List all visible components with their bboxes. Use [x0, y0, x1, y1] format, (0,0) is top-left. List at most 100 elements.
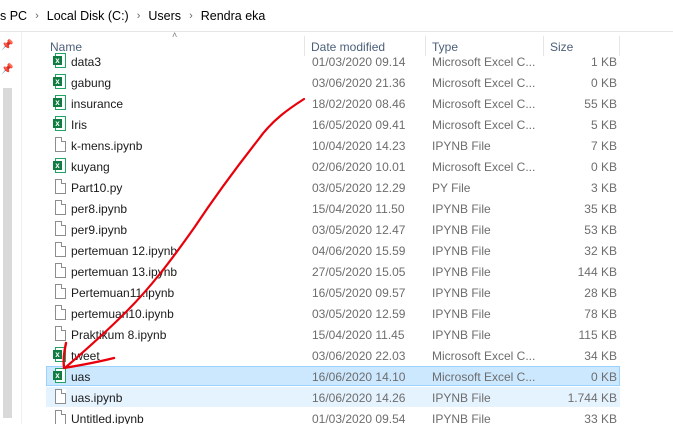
file-row[interactable]: x tweet 03/06/2020 22.03 Microsoft Excel C.… [46, 345, 620, 365]
file-size: 55 KB [584, 97, 617, 111]
file-type: IPYNB File [432, 265, 491, 279]
file-type: IPYNB File [432, 307, 491, 321]
navigation-scrollbar[interactable] [3, 88, 12, 418]
file-size: 34 KB [584, 349, 617, 363]
file-icon [53, 284, 67, 300]
file-date-modified: 03/05/2020 12.47 [312, 223, 406, 237]
file-size: 7 KB [590, 139, 617, 153]
file-icon [53, 137, 67, 153]
file-size: 78 KB [584, 307, 617, 321]
breadcrumb-label: Rendra eka [200, 8, 266, 23]
file-type: IPYNB File [432, 412, 491, 424]
breadcrumb: s PC › Local Disk (C:) › Users › Rendra … [0, 0, 673, 32]
file-size: 28 KB [584, 286, 617, 300]
file-type: Microsoft Excel C... [432, 370, 536, 384]
file-size: 5 KB [590, 118, 617, 132]
file-icon [53, 242, 67, 258]
file-size: 144 KB [577, 265, 617, 279]
file-type: IPYNB File [432, 244, 491, 258]
breadcrumb-item-users[interactable]: Users [148, 9, 181, 23]
file-type: IPYNB File [432, 286, 491, 300]
file-name: Pertemuan11.ipynb [71, 286, 175, 300]
file-row[interactable]: uas.ipynb 16/06/2020 14.26 IPYNB File 1.744… [46, 387, 620, 407]
excel-csv-icon: x [53, 347, 67, 363]
pin-icon[interactable]: 📌 [1, 40, 13, 51]
excel-csv-icon: x [53, 53, 67, 69]
file-row[interactable]: Pertemuan11.ipynb 16/05/2020 09.57 IPYNB F… [46, 282, 620, 302]
file-name: pertemuan 12.ipynb [71, 244, 178, 258]
file-date-modified: 03/05/2020 12.59 [312, 307, 406, 321]
file-size: 53 KB [584, 223, 617, 237]
file-row[interactable]: x kuyang 02/06/2020 10.01 Microsoft Excel C… [46, 156, 620, 176]
file-row[interactable]: x Iris 16/05/2020 09.41 Microsoft Excel C..… [46, 114, 620, 134]
file-date-modified: 15/04/2020 11.50 [312, 202, 405, 216]
chevron-right-icon[interactable]: › [137, 10, 141, 22]
file-date-modified: 18/02/2020 08.46 [312, 97, 406, 111]
file-name: insurance [71, 97, 124, 111]
file-date-modified: 16/06/2020 14.26 [312, 391, 406, 405]
file-size: 1.744 KB [567, 391, 617, 405]
file-row[interactable]: x data3 01/03/2020 09.14 Microsoft Excel C.… [46, 51, 620, 71]
file-type: IPYNB File [432, 391, 491, 405]
file-row[interactable]: per9.ipynb 03/05/2020 12.47 IPYNB File 53 K… [46, 219, 620, 239]
chevron-right-icon[interactable]: › [35, 10, 39, 22]
file-icon [53, 263, 67, 279]
file-row[interactable]: Part10.py 03/05/2020 12.29 PY File 3 KB [46, 177, 620, 197]
file-icon [53, 200, 67, 216]
file-icon [53, 305, 67, 321]
file-type: PY File [432, 181, 471, 195]
file-row[interactable]: pertemuan 13.ipynb 27/05/2020 15.05 IPYNB … [46, 261, 620, 281]
file-row[interactable]: x uas 16/06/2020 14.10 Microsoft Excel C...… [46, 366, 620, 386]
file-name: Iris [71, 118, 87, 132]
file-date-modified: 01/03/2020 09.14 [312, 55, 406, 69]
file-name: uas.ipynb [71, 391, 123, 405]
file-row[interactable]: pertemuan10.ipynb 03/05/2020 12.59 IPYNB F… [46, 303, 620, 323]
file-name: tweet [71, 349, 100, 363]
file-size: 0 KB [590, 160, 617, 174]
pin-icon[interactable]: 📌 [1, 64, 13, 75]
file-row[interactable]: x insurance 18/02/2020 08.46 Microsoft Exce… [46, 93, 620, 113]
chevron-right-icon[interactable]: › [189, 10, 193, 22]
file-list: ˄ Name Date modified Type Size x data3 01/… [22, 32, 673, 424]
file-name: pertemuan 13.ipynb [71, 265, 178, 279]
file-icon [53, 389, 67, 405]
file-row[interactable]: x gabung 03/06/2020 21.36 Microsoft Excel C… [46, 72, 620, 92]
file-row[interactable]: Untitled.ipynb 01/03/2020 09.54 IPYNB File… [46, 408, 620, 424]
excel-csv-icon: x [53, 74, 67, 90]
file-name: Part10.py [71, 181, 123, 195]
file-date-modified: 03/06/2020 21.36 [312, 76, 406, 90]
breadcrumb-item-this-pc[interactable]: s PC [0, 9, 27, 23]
file-size: 32 KB [584, 244, 617, 258]
file-name: per8.ipynb [71, 202, 128, 216]
breadcrumb-item-rendra-eka[interactable]: Rendra eka [201, 9, 266, 23]
file-name: kuyang [71, 160, 110, 174]
file-name: pertemuan10.ipynb [71, 307, 174, 321]
file-size: 1 KB [590, 55, 617, 69]
navigation-pane: 📌 📌 [0, 32, 22, 424]
file-size: 3 KB [590, 181, 617, 195]
file-size: 33 KB [584, 412, 617, 424]
file-size: 0 KB [590, 370, 617, 384]
file-type: Microsoft Excel C... [432, 160, 536, 174]
file-name: Praktikum 8.ipynb [71, 328, 167, 342]
file-type: Microsoft Excel C... [432, 55, 536, 69]
file-date-modified: 16/05/2020 09.41 [312, 118, 406, 132]
excel-csv-icon: x [53, 368, 67, 384]
breadcrumb-item-local-disk[interactable]: Local Disk (C:) [47, 9, 129, 23]
file-row[interactable]: k-mens.ipynb 10/04/2020 14.23 IPYNB File 7 … [46, 135, 620, 155]
file-icon [53, 410, 67, 424]
file-type: IPYNB File [432, 328, 491, 342]
file-date-modified: 02/06/2020 10.01 [312, 160, 406, 174]
file-name: uas [71, 370, 91, 384]
file-row[interactable]: per8.ipynb 15/04/2020 11.50 IPYNB File 35 K… [46, 198, 620, 218]
file-icon [53, 326, 67, 342]
breadcrumb-label: Local Disk (C:) [46, 8, 129, 23]
file-size: 35 KB [584, 202, 617, 216]
file-date-modified: 03/05/2020 12.29 [312, 181, 406, 195]
file-row[interactable]: Praktikum 8.ipynb 15/04/2020 11.45 IPYNB F… [46, 324, 620, 344]
file-icon [53, 221, 67, 237]
file-date-modified: 16/06/2020 14.10 [312, 370, 406, 384]
file-row[interactable]: pertemuan 12.ipynb 04/06/2020 15.59 IPYNB … [46, 240, 620, 260]
file-name: gabung [71, 76, 112, 90]
excel-csv-icon: x [53, 116, 67, 132]
